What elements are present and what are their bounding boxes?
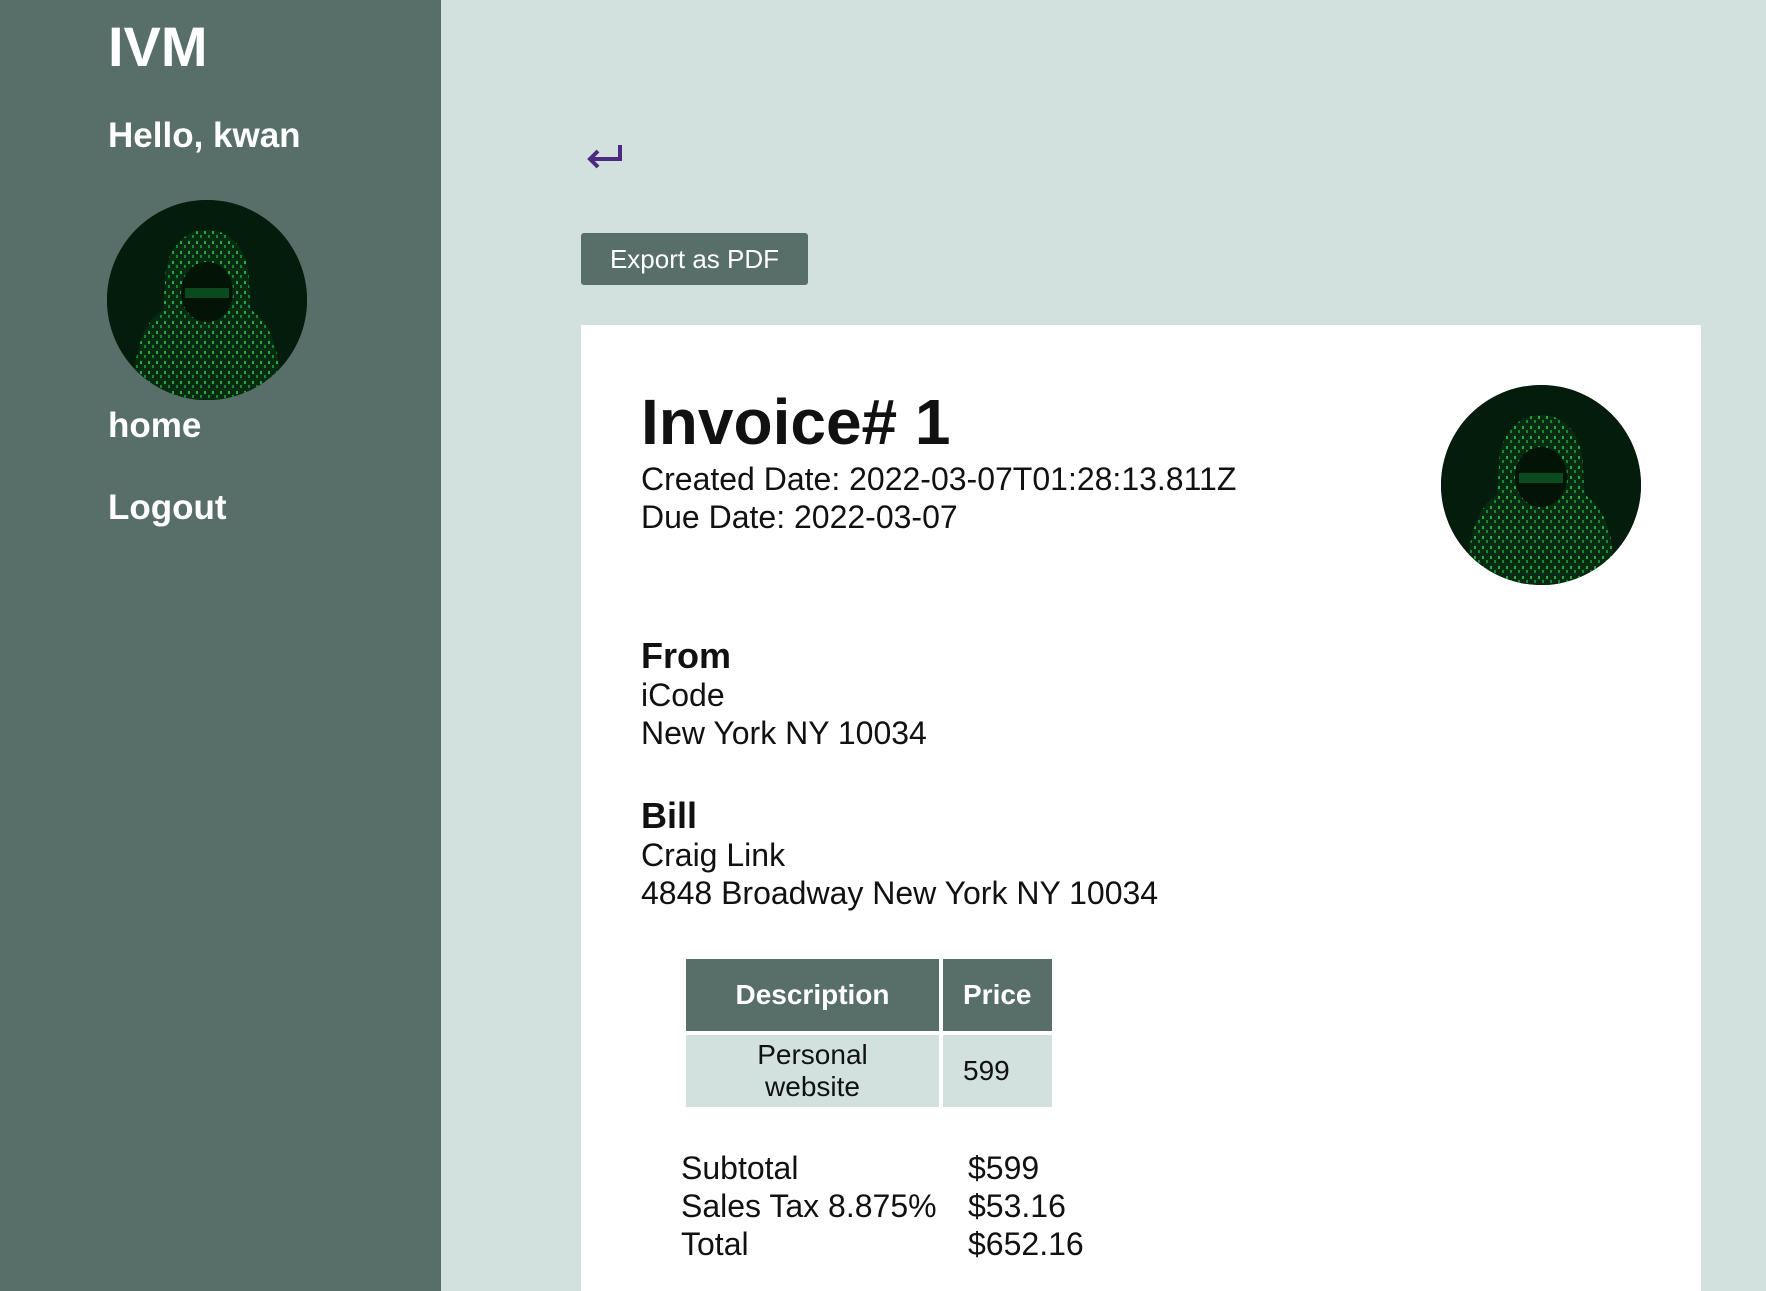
column-header-description: Description — [686, 959, 939, 1031]
nav-home-link[interactable]: home — [108, 406, 201, 446]
table-header-row: Description Price — [686, 959, 1052, 1031]
bill-address: 4848 Broadway New York NY 10034 — [641, 875, 1159, 911]
from-address: New York NY 10034 — [641, 715, 927, 751]
subtotal-label: Subtotal — [681, 1150, 799, 1186]
invoice-card: Invoice# 1 Created Date: 2022-03-07T01:2… — [581, 325, 1701, 1291]
total-label: Total — [681, 1226, 749, 1262]
user-greeting: Hello, kwan — [108, 116, 301, 155]
sales-tax-value: $53.16 — [968, 1188, 1066, 1224]
total-value: $652.16 — [968, 1226, 1084, 1262]
export-pdf-button[interactable]: Export as PDF — [581, 233, 808, 285]
invoice-avatar — [1441, 385, 1641, 585]
subtotal-value: $599 — [968, 1150, 1040, 1186]
sidebar: IVM Hello, kwan home Logout — [0, 0, 441, 1291]
brand-logo: IVM — [108, 15, 208, 78]
avatar — [107, 200, 307, 400]
item-price: 599 — [943, 1035, 1052, 1107]
item-description: Personal website — [686, 1035, 939, 1107]
bill-name: Craig Link — [641, 837, 786, 873]
sales-tax-label: Sales Tax 8.875% — [681, 1188, 937, 1224]
column-header-price: Price — [943, 959, 1052, 1031]
hooded-figure-icon — [107, 200, 307, 400]
back-button[interactable] — [582, 133, 632, 183]
items-table: Description Price Personal website 599 — [682, 955, 1056, 1111]
due-date: Due Date: 2022-03-07 — [641, 499, 958, 535]
invoice-title: Invoice# 1 — [641, 386, 951, 458]
created-date: Created Date: 2022-03-07T01:28:13.811Z — [641, 461, 1237, 497]
hooded-figure-icon — [1441, 385, 1641, 585]
bill-heading: Bill — [641, 795, 698, 836]
from-name: iCode — [641, 677, 725, 713]
table-row: Personal website 599 — [686, 1035, 1052, 1107]
return-arrow-icon — [587, 145, 622, 169]
nav-logout-link[interactable]: Logout — [108, 488, 227, 528]
from-heading: From — [641, 635, 731, 676]
